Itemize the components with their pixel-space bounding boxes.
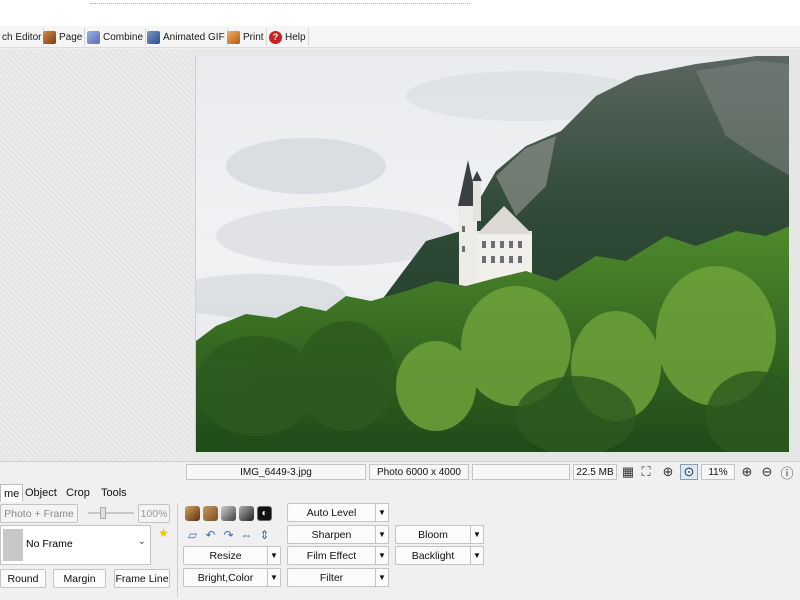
frame-mode-select[interactable]: Photo + Frame	[0, 504, 78, 523]
tab-tools[interactable]: Tools	[98, 484, 130, 502]
frame-select[interactable]: No Frame ⌄	[0, 525, 151, 565]
fit-screen-icon[interactable]: ⛶	[637, 464, 655, 480]
round-button[interactable]: Round	[0, 569, 46, 588]
opacity-slider-handle[interactable]	[100, 507, 106, 519]
film-effect-dropdown-arrow[interactable]: ▼	[375, 546, 389, 565]
transparency-grid-icon[interactable]: ▦	[619, 464, 637, 480]
tab-object[interactable]: Object	[22, 484, 60, 502]
tab-crop[interactable]: Crop	[63, 484, 93, 502]
favorite-star-icon[interactable]: ★	[156, 525, 171, 540]
window-title-strip	[0, 0, 800, 26]
menu-help-label: Help	[285, 31, 306, 43]
print-icon	[227, 30, 240, 44]
combine-icon	[87, 30, 100, 44]
menu-print-label: Print	[243, 31, 264, 43]
menu-combine[interactable]: Combine	[85, 28, 147, 46]
status-filename: IMG_6449-3.jpg	[186, 464, 366, 480]
auto-straighten-icon[interactable]: ▱	[185, 527, 200, 542]
frame-select-label: No Frame	[26, 538, 73, 550]
menu-print[interactable]: Print	[225, 28, 267, 46]
menu-batch-editor-label: ch Editor	[2, 31, 42, 43]
resize-button[interactable]: Resize	[183, 546, 268, 565]
sharpen-dropdown-arrow[interactable]: ▼	[375, 525, 389, 544]
auto-level-button[interactable]: Auto Level	[287, 503, 376, 522]
filter-dropdown-arrow[interactable]: ▼	[375, 568, 389, 587]
menu-bar: ch Editor Page Combine Animated GIF Prin…	[0, 26, 800, 48]
menu-combine-label: Combine	[103, 31, 144, 43]
panel-separator	[177, 503, 178, 597]
opacity-value[interactable]: 100%	[138, 504, 170, 523]
film-effect-button[interactable]: Film Effect	[287, 546, 376, 565]
animated-gif-icon	[147, 30, 160, 44]
info-icon[interactable]: ⓘ	[778, 464, 796, 481]
opacity-slider[interactable]	[88, 507, 134, 519]
auto-level-dropdown-arrow[interactable]: ▼	[375, 503, 389, 522]
filter-button[interactable]: Filter	[287, 568, 376, 587]
invert-icon[interactable]: ◐	[257, 506, 272, 521]
menu-animated-gif[interactable]: Animated GIF	[145, 28, 228, 46]
image-canvas-area	[0, 49, 800, 461]
rotate-right-icon[interactable]: ↷	[221, 527, 236, 542]
canvas-background	[0, 49, 195, 461]
frame-thumbnail	[3, 529, 23, 561]
castle-photo	[196, 56, 789, 452]
zoom-level[interactable]: 11%	[701, 464, 735, 480]
edit-panel: me Object Crop Tools Photo + Frame 100% …	[0, 481, 800, 600]
menu-page[interactable]: Page	[41, 28, 86, 46]
menu-batch-editor[interactable]: ch Editor	[0, 28, 45, 46]
status-bar: IMG_6449-3.jpg Photo 6000 x 4000 22.5 MB…	[0, 461, 800, 481]
backlight-button[interactable]: Backlight	[395, 546, 471, 565]
bright-color-button[interactable]: Bright,Color	[183, 568, 268, 587]
menu-help[interactable]: ? Help	[267, 28, 309, 46]
backlight-dropdown-arrow[interactable]: ▼	[470, 546, 484, 565]
margin-button[interactable]: Margin	[53, 569, 106, 588]
menu-page-label: Page	[59, 31, 83, 43]
sharpen-button[interactable]: Sharpen	[287, 525, 376, 544]
bloom-dropdown-arrow[interactable]: ▼	[470, 525, 484, 544]
warm-tone-icon[interactable]	[203, 506, 218, 521]
tab-home[interactable]: me	[0, 484, 24, 502]
resize-dropdown-arrow[interactable]: ▼	[267, 546, 281, 565]
flip-horizontal-icon[interactable]: ⇔	[239, 527, 254, 542]
page-icon	[43, 30, 56, 44]
rotate-left-icon[interactable]: ↶	[203, 527, 218, 542]
status-photo-info: Photo 6000 x 4000	[369, 464, 469, 480]
dark-tone-icon[interactable]	[239, 506, 254, 521]
menu-animated-gif-label: Animated GIF	[163, 31, 225, 43]
sepia-tone-icon[interactable]	[185, 506, 200, 521]
bloom-button[interactable]: Bloom	[395, 525, 471, 544]
chevron-down-icon: ⌄	[137, 536, 146, 547]
zoom-fit-icon[interactable]: ⊕	[659, 464, 677, 480]
zoom-actual-icon[interactable]: ⊙	[680, 464, 698, 480]
status-empty	[472, 464, 570, 480]
title-divider	[90, 0, 470, 4]
bright-color-dropdown-arrow[interactable]: ▼	[267, 568, 281, 587]
photo-preview[interactable]	[195, 56, 789, 452]
help-icon: ?	[269, 30, 282, 44]
flip-vertical-icon[interactable]: ⇕	[257, 527, 272, 542]
grayscale-icon[interactable]	[221, 506, 236, 521]
status-file-size: 22.5 MB	[573, 464, 617, 480]
zoom-in-icon[interactable]: ⊕	[738, 464, 756, 480]
zoom-out-icon[interactable]: ⊖	[758, 464, 776, 480]
frame-line-button[interactable]: Frame Line	[114, 569, 170, 588]
